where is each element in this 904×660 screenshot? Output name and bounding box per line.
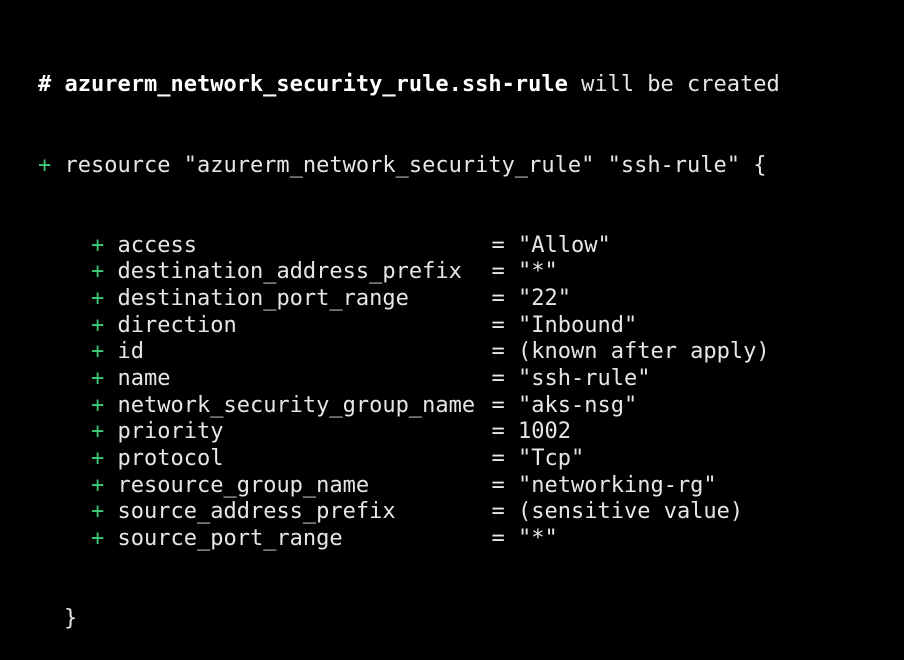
attribute-value: "networking-rg" — [518, 472, 717, 498]
add-marker: + — [91, 499, 105, 525]
add-marker: + — [38, 152, 52, 178]
attribute-name: priority — [117, 419, 224, 445]
plan-status-text: will be created — [581, 72, 780, 98]
close-brace: } — [64, 606, 78, 632]
add-marker: + — [91, 232, 105, 258]
attribute-name: destination_port_range — [117, 285, 409, 311]
attribute-value: "Inbound" — [518, 312, 638, 338]
attribute-name: destination_address_prefix — [117, 259, 462, 285]
attribute-name: direction — [117, 312, 237, 338]
assignment-operator: = — [491, 499, 505, 525]
attribute-name: resource_group_name — [117, 472, 370, 498]
resource-keyword: resource — [64, 152, 171, 178]
comment-hash: # — [38, 72, 52, 98]
attribute-value: "Allow" — [518, 232, 611, 258]
attribute-value: "aks-nsg" — [518, 392, 638, 418]
plan-header-line: # azurerm_network_security_rule.ssh-rule… — [38, 72, 904, 99]
add-marker: + — [91, 446, 105, 472]
add-marker: + — [91, 472, 105, 498]
assignment-operator: = — [491, 526, 505, 552]
close-brace-line: } — [38, 606, 904, 633]
attribute-name: access — [117, 232, 197, 258]
attribute-name: name — [117, 366, 171, 392]
add-marker: + — [91, 419, 105, 445]
add-marker: + — [91, 312, 105, 338]
assignment-operator: = — [491, 312, 505, 338]
attribute-name: source_address_prefix — [117, 499, 396, 525]
attribute-list: + access = "Allow" + destination_address_p… — [38, 233, 904, 553]
assignment-operator: = — [491, 285, 505, 311]
attribute-value: "ssh-rule" — [518, 366, 651, 392]
attribute-row: + protocol = "Tcp" — [38, 446, 904, 473]
assignment-operator: = — [491, 339, 505, 365]
attribute-value: "Tcp" — [518, 446, 585, 472]
resource-declaration-line: + resource "azurerm_network_security_rul… — [38, 153, 904, 180]
assignment-operator: = — [491, 392, 505, 418]
resource-name: "ssh-rule" — [607, 152, 741, 178]
attribute-row: + direction = "Inbound" — [38, 313, 904, 340]
attribute-name: network_security_group_name — [117, 392, 476, 418]
add-marker: + — [91, 366, 105, 392]
resource-type: "azurerm_network_security_rule" — [183, 152, 595, 178]
attribute-row: + source_address_prefix = (sensitive valu… — [38, 499, 904, 526]
attribute-value: "22" — [518, 285, 571, 311]
assignment-operator: = — [491, 232, 505, 258]
attribute-value: "*" — [518, 259, 558, 285]
add-marker: + — [91, 392, 105, 418]
attribute-row: + resource_group_name = "networking-rg" — [38, 473, 904, 500]
attribute-row: + source_port_range = "*" — [38, 526, 904, 553]
assignment-operator: = — [491, 419, 505, 445]
assignment-operator: = — [491, 366, 505, 392]
assignment-operator: = — [491, 472, 505, 498]
attribute-row: + priority = 1002 — [38, 419, 904, 446]
attribute-row: + destination_address_prefix = "*" — [38, 259, 904, 286]
add-marker: + — [91, 526, 105, 552]
attribute-name: source_port_range — [117, 526, 343, 552]
assignment-operator: = — [491, 259, 505, 285]
attribute-row: + id = (known after apply) — [38, 339, 904, 366]
add-marker: + — [91, 285, 105, 311]
attribute-name: protocol — [117, 446, 224, 472]
attribute-value: (sensitive value) — [518, 499, 744, 525]
assignment-operator: = — [491, 446, 505, 472]
attribute-row: + access = "Allow" — [38, 233, 904, 260]
resource-address: azurerm_network_security_rule.ssh-rule — [64, 72, 568, 98]
attribute-row: + name = "ssh-rule" — [38, 366, 904, 393]
attribute-row: + destination_port_range = "22" — [38, 286, 904, 313]
add-marker: + — [91, 259, 105, 285]
attribute-value: (known after apply) — [518, 339, 770, 365]
open-brace: { — [753, 152, 767, 178]
attribute-value: 1002 — [518, 419, 571, 445]
attribute-value: "*" — [518, 526, 558, 552]
terminal-output: # azurerm_network_security_rule.ssh-rule… — [0, 0, 904, 631]
attribute-name: id — [117, 339, 145, 365]
attribute-row: + network_security_group_name = "aks-nsg" — [38, 393, 904, 420]
add-marker: + — [91, 339, 105, 365]
